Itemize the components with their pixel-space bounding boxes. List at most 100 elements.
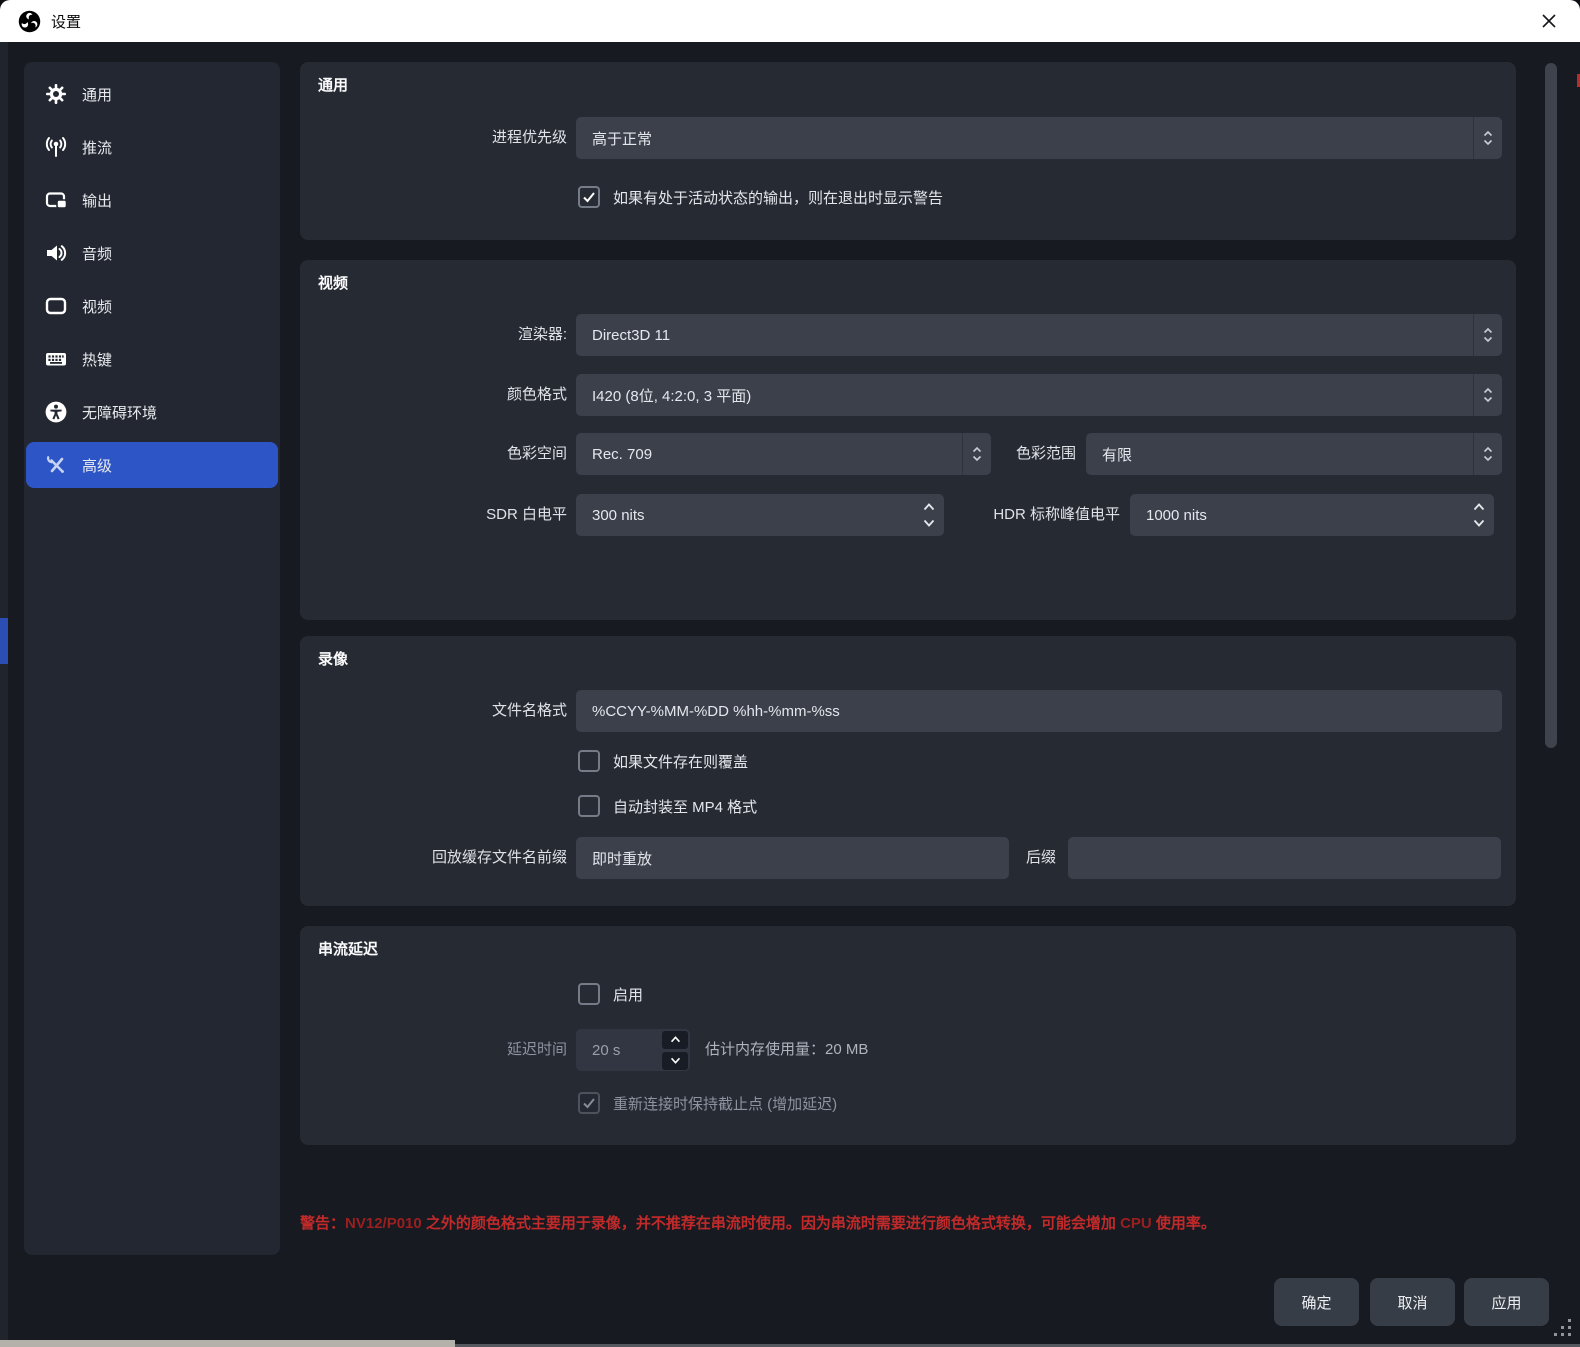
warning-format-names: NV12/P010 (345, 1215, 422, 1232)
filename-format-label: 文件名格式 (491, 702, 567, 719)
sidebar-item-label: 高级 (82, 457, 113, 475)
warning-prefix: 警告： (300, 1215, 346, 1232)
color-space-select[interactable]: Rec. 709 (576, 433, 991, 475)
sdr-white-level-label: SDR 白电平 (486, 506, 567, 523)
warn-on-exit-row: 如果有处于活动状态的输出，则在退出时显示警告 (578, 186, 943, 208)
sidebar-item-video[interactable]: 视频 (26, 283, 278, 329)
dialog-title: 设置 (51, 13, 82, 31)
replay-prefix-input[interactable] (576, 837, 1009, 879)
obs-logo-icon (18, 10, 41, 32)
vertical-scrollbar-thumb[interactable] (1545, 63, 1557, 748)
broadcast-icon (44, 135, 68, 159)
sidebar-item-label: 输出 (82, 192, 113, 210)
renderer-label: 渲染器: (517, 326, 567, 343)
video-icon (44, 294, 68, 318)
sidebar-item-stream[interactable]: 推流 (26, 124, 278, 170)
section-stream-delay: 串流延迟 启用 延迟时间 20 s 估计内存使用量：20 MB 重新连接时保持截… (300, 926, 1516, 1145)
arrow-up-icon (923, 503, 935, 511)
advanced-tools-icon (44, 453, 68, 477)
delay-duration-value: 20 s (592, 1041, 621, 1059)
section-recording: 录像 文件名格式 如果文件存在则覆盖 自动封装至 MP4 格式 回放缓存文件名前… (300, 636, 1516, 906)
ok-button[interactable]: 确定 (1274, 1278, 1359, 1326)
sidebar-item-label: 音频 (82, 245, 113, 263)
warn-on-exit-checkbox[interactable] (578, 186, 600, 208)
sidebar-item-output[interactable]: 输出 (26, 177, 278, 223)
overwrite-checkbox[interactable] (578, 750, 600, 772)
color-format-warning: 警告：NV12/P010 之外的颜色格式主要用于录像，并不推荐在串流时使用。因为… (300, 1212, 1560, 1233)
close-button[interactable] (1534, 6, 1564, 36)
chevron-up-down-icon (1473, 117, 1502, 159)
hdr-peak-level-value: 1000 nits (1146, 506, 1207, 524)
background-taskbar-edge (0, 1340, 455, 1347)
sidebar-item-label: 无障碍环境 (82, 404, 158, 422)
suffix-label: 后缀 (1025, 849, 1056, 866)
section-video-title: 视频 (318, 275, 349, 292)
settings-sidebar: 通用 推流 输出 音频 视频 热键 无障碍环境 高级 (24, 62, 280, 1255)
delay-enable-label: 启用 (613, 986, 644, 1004)
preserve-cutoff-checkbox (578, 1092, 600, 1114)
remux-label: 自动封装至 MP4 格式 (613, 798, 758, 816)
hotkeys-icon (44, 347, 68, 371)
warning-text: 之外的颜色格式主要用于录像，并不推荐在串流时使用。因为串流时需要进行颜色格式转换… (421, 1215, 1121, 1232)
warn-on-exit-label: 如果有处于活动状态的输出，则在退出时显示警告 (613, 189, 944, 207)
sidebar-item-hotkeys[interactable]: 热键 (26, 336, 278, 382)
preserve-cutoff-row: 重新连接时保持截止点 (增加延迟) (578, 1092, 837, 1114)
suffix-input[interactable] (1068, 837, 1501, 879)
spinner-arrows (660, 1029, 690, 1071)
apply-button[interactable]: 应用 (1464, 1278, 1549, 1326)
chevron-up-down-icon (1473, 433, 1502, 475)
sidebar-item-audio[interactable]: 音频 (26, 230, 278, 276)
sidebar-item-label: 通用 (82, 86, 113, 104)
remux-row: 自动封装至 MP4 格式 (578, 795, 757, 817)
sdr-white-level-value: 300 nits (592, 506, 645, 524)
output-icon (44, 188, 68, 212)
renderer-select[interactable]: Direct3D 11 (576, 314, 1502, 356)
sidebar-item-label: 视频 (82, 298, 113, 316)
color-format-label: 颜色格式 (506, 386, 567, 403)
sidebar-item-general[interactable]: 通用 (26, 71, 278, 117)
delay-enable-checkbox[interactable] (578, 983, 600, 1005)
color-format-select[interactable]: I420 (8位, 4:2:0, 3 平面) (576, 374, 1502, 416)
section-video: 视频 渲染器: Direct3D 11 颜色格式 I420 (8位, 4:2:0… (300, 260, 1516, 620)
close-icon (1542, 14, 1556, 28)
resize-grip[interactable] (1550, 1315, 1576, 1341)
section-general-title: 通用 (318, 77, 349, 94)
arrow-down-icon (662, 1051, 688, 1070)
accessibility-icon (44, 400, 68, 424)
color-range-value: 有限 (1102, 446, 1133, 464)
color-range-select[interactable]: 有限 (1086, 433, 1502, 475)
color-space-value: Rec. 709 (592, 445, 653, 463)
sidebar-item-accessibility[interactable]: 无障碍环境 (26, 389, 278, 435)
chevron-up-down-icon (1473, 314, 1502, 356)
delay-memory-note: 估计内存使用量：20 MB (705, 1041, 869, 1058)
background-window-fragment (0, 618, 8, 664)
section-stream-delay-title: 串流延迟 (318, 941, 379, 958)
preserve-cutoff-label: 重新连接时保持截止点 (增加延迟) (613, 1095, 838, 1113)
background-window-edge (0, 42, 8, 1347)
delay-enable-row: 启用 (578, 983, 643, 1005)
sidebar-item-advanced[interactable]: 高级 (26, 442, 278, 488)
spinner-arrows[interactable] (1464, 494, 1494, 536)
section-general: 通用 进程优先级 高于正常 如果有处于活动状态的输出，则在退出时显示警告 (300, 62, 1516, 240)
process-priority-label: 进程优先级 (491, 129, 567, 146)
sidebar-item-label: 推流 (82, 139, 113, 157)
sdr-white-level-spinner[interactable]: 300 nits (576, 494, 944, 536)
cancel-button[interactable]: 取消 (1370, 1278, 1455, 1326)
arrow-down-icon (1473, 519, 1485, 527)
arrow-up-icon (1473, 503, 1485, 511)
remux-checkbox[interactable] (578, 795, 600, 817)
process-priority-select[interactable]: 高于正常 (576, 117, 1502, 159)
warning-text-end: 使用率。 (1151, 1215, 1216, 1232)
warning-cpu: CPU (1120, 1215, 1152, 1232)
section-recording-title: 录像 (318, 651, 349, 668)
color-format-value: I420 (8位, 4:2:0, 3 平面) (592, 387, 752, 405)
filename-format-input[interactable] (576, 690, 1502, 732)
color-range-label: 色彩范围 (1015, 445, 1076, 462)
replay-prefix-label: 回放缓存文件名前缀 (431, 849, 567, 866)
dialog-titlebar: 设置 (0, 0, 1580, 42)
hdr-peak-level-spinner[interactable]: 1000 nits (1130, 494, 1494, 536)
overwrite-row: 如果文件存在则覆盖 (578, 750, 748, 772)
overwrite-label: 如果文件存在则覆盖 (613, 753, 749, 771)
color-space-label: 色彩空间 (506, 445, 567, 462)
delay-duration-spinner: 20 s (576, 1029, 690, 1071)
